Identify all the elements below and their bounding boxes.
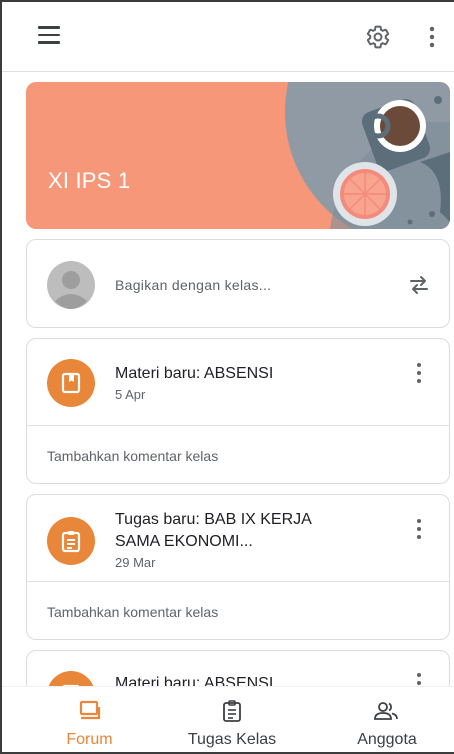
menu-icon[interactable] — [38, 26, 60, 46]
more-vert-icon[interactable] — [411, 517, 427, 541]
app-frame: XI IPS 1 Bagikan dengan kelas... Materi … — [0, 0, 454, 754]
stream-post[interactable]: Materi baru: ABSENSI 5 Apr Tambahkan kom… — [26, 338, 450, 484]
class-banner: XI IPS 1 — [26, 82, 450, 229]
forum-icon — [79, 700, 101, 720]
post-title[interactable]: Materi baru: ABSENSI — [115, 673, 273, 686]
assignment-icon — [47, 517, 95, 565]
people-icon — [374, 702, 398, 720]
post-title-line2[interactable]: SAMA EKONOMI... — [115, 531, 253, 552]
divider — [27, 581, 449, 582]
gear-icon[interactable] — [365, 24, 391, 50]
nav-anggota-label: Anggota — [357, 731, 417, 748]
post-title-line1[interactable]: Tugas baru: BAB IX KERJA — [115, 509, 312, 530]
divider — [27, 425, 449, 426]
top-app-bar — [2, 2, 454, 72]
book-icon — [47, 359, 95, 407]
nav-tugas-kelas-label: Tugas Kelas — [187, 731, 277, 748]
stream-post[interactable]: Materi baru: ABSENSI — [26, 650, 450, 686]
repost-icon[interactable] — [407, 274, 431, 296]
more-vert-icon[interactable] — [422, 24, 442, 50]
class-title: XI IPS 1 — [48, 168, 131, 193]
add-class-comment[interactable]: Tambahkan komentar kelas — [47, 604, 218, 620]
book-icon — [47, 671, 95, 686]
share-with-class-card[interactable]: Bagikan dengan kelas... — [26, 239, 450, 328]
post-date: 5 Apr — [115, 387, 146, 402]
nav-forum[interactable]: Forum — [42, 687, 137, 752]
banner-illustration — [285, 82, 450, 229]
stream-post[interactable]: Tugas baru: BAB IX KERJA SAMA EKONOMI...… — [26, 494, 450, 640]
stream-feed[interactable]: XI IPS 1 Bagikan dengan kelas... Materi … — [2, 72, 454, 686]
more-vert-icon[interactable] — [411, 361, 427, 385]
post-title[interactable]: Materi baru: ABSENSI — [115, 363, 273, 384]
bottom-navigation: Forum Tugas Kelas Anggota — [2, 686, 454, 752]
nav-anggota[interactable]: Anggota — [332, 687, 442, 752]
share-placeholder[interactable]: Bagikan dengan kelas... — [115, 277, 271, 293]
post-date: 29 Mar — [115, 555, 156, 570]
nav-forum-label: Forum — [66, 731, 113, 748]
add-class-comment[interactable]: Tambahkan komentar kelas — [47, 448, 218, 464]
avatar-icon — [47, 261, 95, 309]
more-vert-icon[interactable] — [411, 671, 427, 686]
nav-tugas-kelas[interactable]: Tugas Kelas — [172, 687, 292, 752]
classwork-icon — [223, 700, 241, 722]
